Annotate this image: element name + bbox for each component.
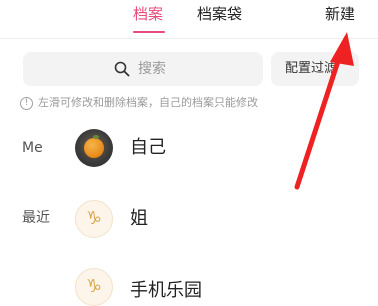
red-annotation-arrow [294, 32, 354, 190]
divider [0, 38, 378, 39]
tab-profiles[interactable]: 档案 [133, 4, 163, 24]
active-tab-indicator [133, 31, 165, 33]
profile-name-sister[interactable]: 姐 [130, 208, 148, 230]
profile-name-phone-park[interactable]: 手机乐园 [130, 280, 202, 302]
search-placeholder: 搜索 [138, 61, 166, 77]
search-icon [114, 61, 130, 77]
config-filter-button[interactable]: 配置过滤 [271, 52, 359, 86]
top-bar: 档案 档案袋 新建 [0, 0, 378, 38]
zodiac-glyph: ♑ [85, 276, 103, 297]
search-input[interactable]: 搜索 [23, 52, 263, 86]
orange-photo [84, 138, 104, 158]
zodiac-glyph: ♑ [85, 208, 103, 229]
capricorn-icon[interactable]: ♑ [75, 200, 113, 238]
section-label-me: Me [22, 140, 43, 156]
leaf-shape [93, 135, 99, 139]
profile-name-self[interactable]: 自己 [130, 137, 166, 159]
new-button[interactable]: 新建 [325, 4, 355, 24]
tab-profile-bags[interactable]: 档案袋 [197, 4, 242, 24]
config-filter-label: 配置过滤 [285, 61, 338, 76]
capricorn-icon[interactable]: ♑ [75, 268, 113, 306]
avatar[interactable] [75, 129, 113, 167]
hint-text: 左滑可修改和删除档案，自己的档案只能修改 [38, 96, 258, 109]
info-icon: ! [20, 97, 33, 110]
section-label-recent: 最近 [22, 210, 50, 226]
